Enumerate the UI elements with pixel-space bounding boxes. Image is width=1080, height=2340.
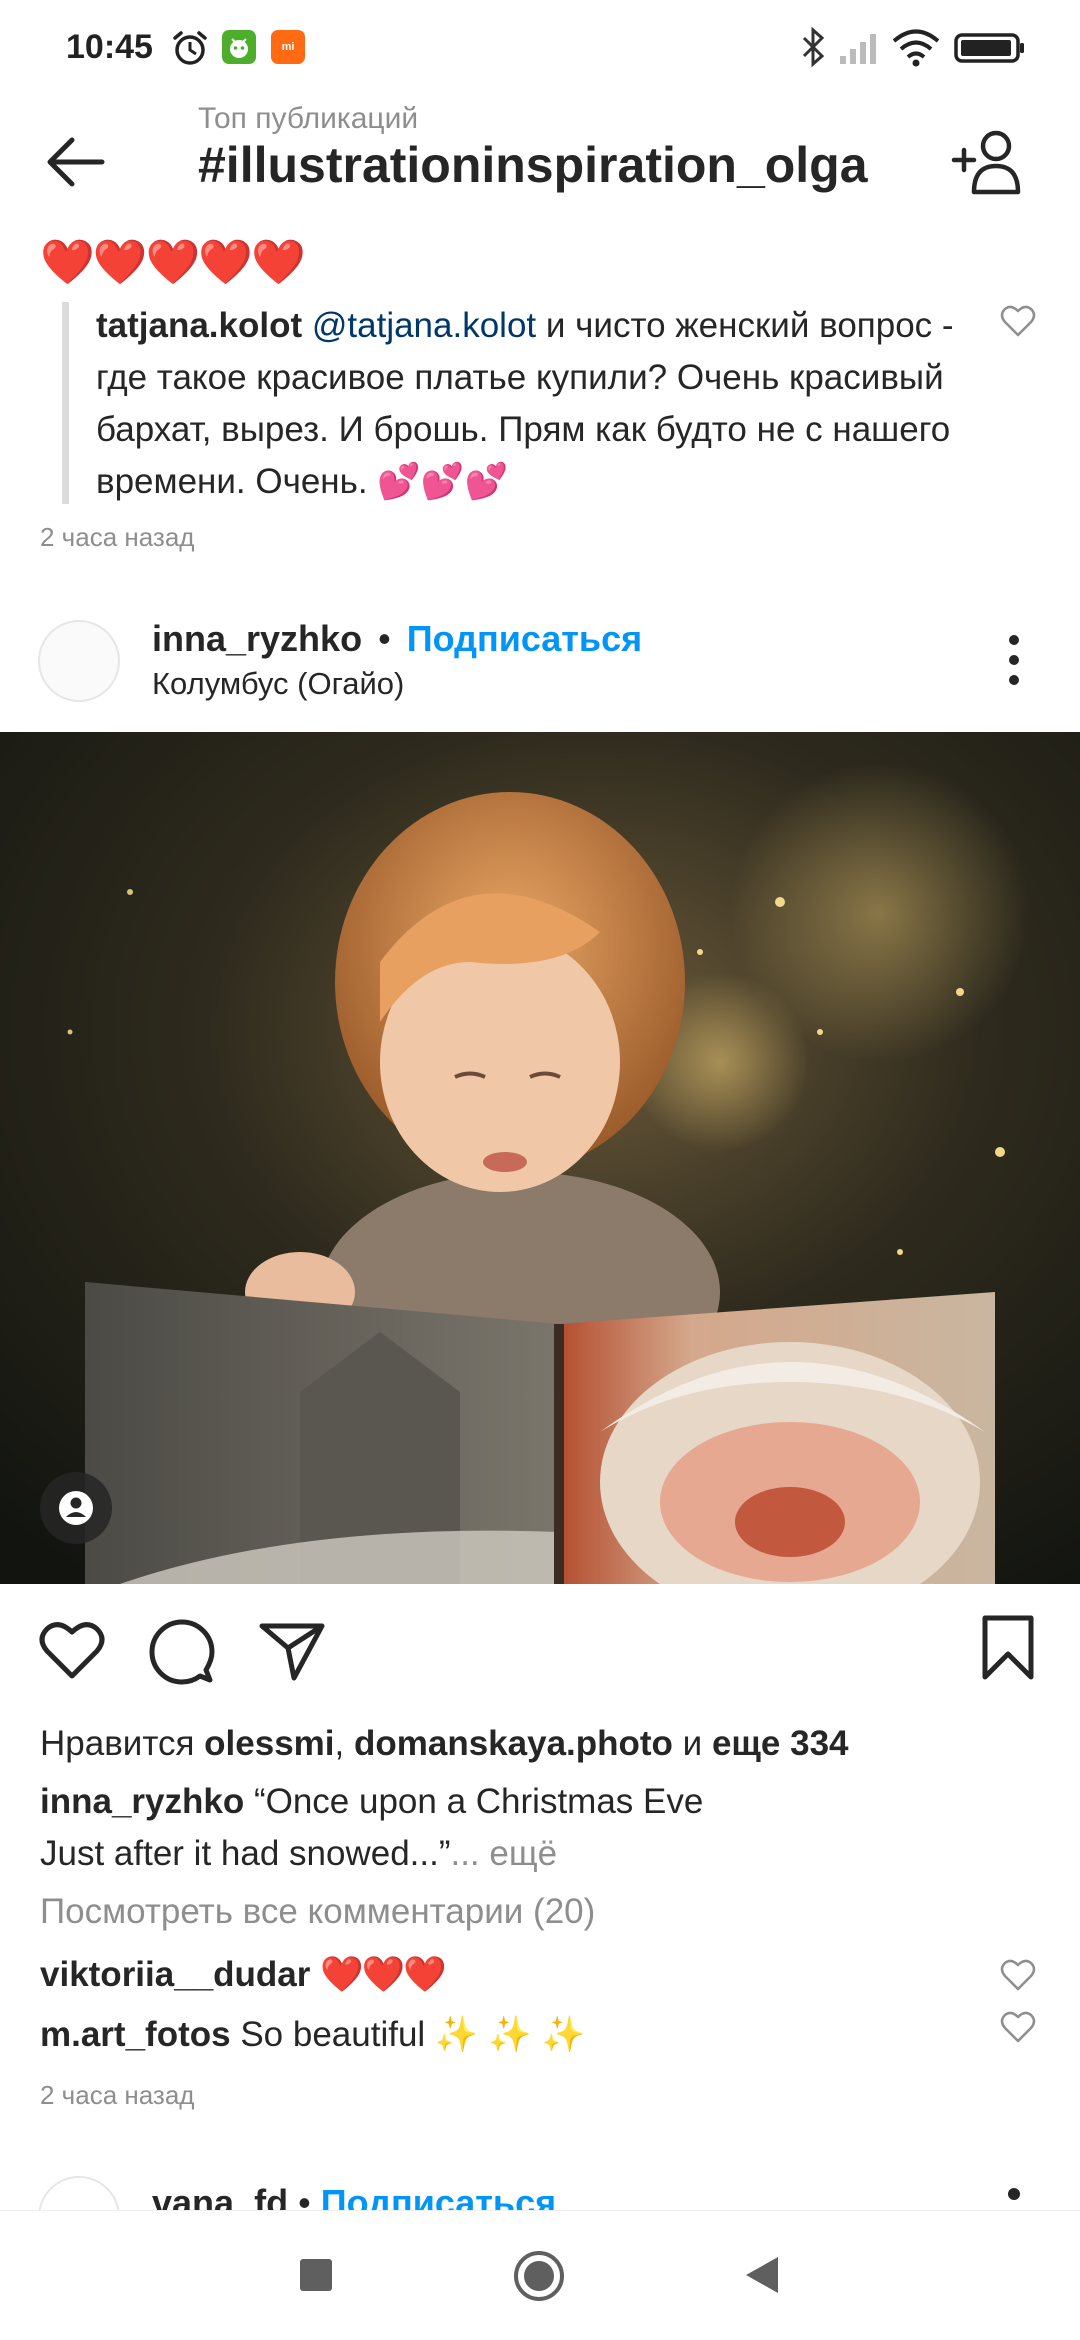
comment-mention[interactable]: @tatjana.kolot — [312, 306, 536, 345]
comment-username[interactable]: m.art_fotos — [40, 2015, 231, 2054]
heart-icon[interactable] — [38, 1618, 106, 1682]
caption-more-link[interactable]: ... ещё — [450, 1834, 557, 1873]
comment-emoji: ❤️❤️❤️ — [320, 1955, 447, 1994]
caption-line-1: “Once upon a Christmas Eve — [244, 1782, 704, 1821]
comment-heart-icon[interactable] — [1000, 2010, 1036, 2044]
post-author-line: inna_ryzhko • Подписаться — [152, 618, 642, 660]
comment-heart-icon[interactable] — [1000, 304, 1036, 338]
alarm-icon — [173, 31, 207, 65]
photo-illustration — [0, 732, 1080, 1584]
status-time: 10:45 — [66, 28, 153, 66]
separator-dot: • — [298, 2182, 311, 2210]
caption-line-2: Just after it had snowed...” — [40, 1834, 451, 1873]
wifi-icon — [892, 29, 940, 67]
avatar[interactable] — [38, 620, 120, 702]
comment-heart-icon[interactable] — [1000, 1958, 1036, 1992]
hearts-reaction: ❤️❤️❤️❤️❤️ — [40, 238, 306, 287]
view-all-comments-link[interactable]: Посмотреть все комментарии (20) — [40, 1892, 595, 1932]
post-photo[interactable] — [0, 732, 1080, 1584]
comment-text — [310, 1955, 320, 1994]
likes-comma: , — [334, 1724, 354, 1763]
arrow-left-icon[interactable] — [40, 126, 112, 198]
comment-username[interactable]: tatjana.kolot — [96, 306, 302, 345]
liker-2[interactable]: domanskaya.photo — [354, 1724, 673, 1763]
top-comment-text: tatjana.kolot @tatjana.kolot и чисто жен… — [96, 300, 976, 508]
comment-row: viktoriia__dudar ❤️❤️❤️ — [40, 1954, 447, 1995]
avatar[interactable] — [38, 2176, 120, 2210]
post-username[interactable]: inna_ryzhko — [152, 618, 362, 659]
next-post-author-line: vana_fd • Подписаться — [152, 2182, 556, 2210]
person-icon — [59, 1491, 93, 1525]
reply-divider — [62, 302, 69, 504]
home-circle-icon[interactable] — [512, 2249, 566, 2303]
status-bar: 10:45 mi — [0, 0, 1080, 96]
recents-square-icon[interactable] — [300, 2259, 332, 2291]
likes-summary[interactable]: Нравится olessmi, domanskaya.photo и еще… — [40, 1724, 849, 1764]
separator-dot: • — [378, 618, 391, 659]
bluetooth-icon — [802, 26, 825, 68]
more-options-icon[interactable] — [996, 630, 1032, 690]
system-nav-bar — [0, 2210, 1080, 2340]
comment-emoji: ✨ ✨ ✨ — [434, 2015, 586, 2054]
next-post-header: vana_fd • Подписаться — [0, 2160, 1080, 2210]
follow-button[interactable]: Подписаться — [321, 2182, 556, 2210]
caption-username[interactable]: inna_ryzhko — [40, 1782, 244, 1821]
bookmark-icon[interactable] — [980, 1614, 1036, 1682]
likes-and: и — [672, 1724, 712, 1763]
comment-emoji: 💕💕💕 — [377, 462, 509, 501]
more-options-icon[interactable] — [1008, 2188, 1020, 2200]
liker-1[interactable]: olessmi — [204, 1724, 334, 1763]
post-caption: inna_ryzhko “Once upon a Christmas Eve J… — [40, 1776, 1040, 1880]
next-post-username[interactable]: vana_fd — [152, 2182, 288, 2210]
person-add-icon[interactable] — [950, 126, 1026, 198]
mi-label: mi — [281, 41, 295, 53]
mi-app-icon: mi — [271, 30, 305, 64]
comment-timestamp: 2 часа назад — [40, 522, 195, 552]
send-paper-plane-icon[interactable] — [258, 1620, 326, 1682]
battery-icon — [954, 33, 1024, 63]
comment-text: So beautiful — [230, 2015, 435, 2054]
header-subtitle: Топ публикаций — [198, 102, 419, 135]
back-triangle-icon[interactable] — [744, 2255, 780, 2295]
android-app-icon — [222, 30, 256, 64]
likes-others[interactable]: еще 334 — [712, 1724, 849, 1763]
top-bar: Топ публикаций #illustrationinspiration_… — [0, 96, 1080, 226]
hashtag-title: #illustrationinspiration_olga — [198, 137, 868, 193]
likes-prefix: Нравится — [40, 1724, 205, 1763]
post-timestamp: 2 часа назад — [40, 2080, 195, 2110]
follow-button[interactable]: Подписаться — [407, 618, 642, 659]
signal-icon — [840, 34, 876, 64]
tagged-people-button[interactable] — [40, 1472, 112, 1544]
comment-username[interactable]: viktoriia__dudar — [40, 1955, 310, 1994]
comment-row: m.art_fotos So beautiful ✨ ✨ ✨ — [40, 2014, 585, 2055]
post-location[interactable]: Колумбус (Огайо) — [152, 666, 404, 702]
comment-bubble-icon[interactable] — [148, 1618, 216, 1686]
